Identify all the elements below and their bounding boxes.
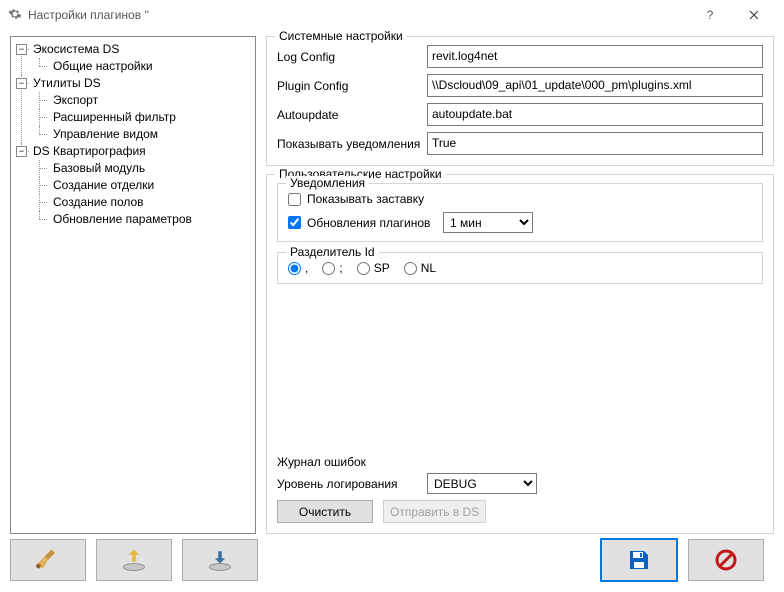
autoupdate-label: Autoupdate bbox=[277, 108, 427, 122]
sep-sp-radio[interactable] bbox=[357, 262, 370, 275]
plugin-config-label: Plugin Config bbox=[277, 79, 427, 93]
splash-checkbox[interactable] bbox=[288, 193, 301, 206]
updates-label: Обновления плагинов bbox=[307, 216, 437, 230]
tree-node-ecosystem[interactable]: Экосистема DS bbox=[31, 42, 121, 56]
tree-node-general-settings[interactable]: Общие настройки bbox=[51, 59, 155, 73]
tree-node-floors[interactable]: Создание полов bbox=[51, 195, 146, 209]
sep-sp-label: SP bbox=[374, 261, 390, 275]
updates-interval-select[interactable]: 1 мин bbox=[443, 212, 533, 233]
app-icon bbox=[8, 7, 22, 24]
show-notifications-value[interactable]: True bbox=[427, 132, 763, 155]
tree-node-params-update[interactable]: Обновление параметров bbox=[51, 212, 194, 226]
splash-label: Показывать заставку bbox=[307, 192, 424, 206]
tree-toggle[interactable]: − bbox=[16, 78, 27, 89]
sep-semicolon-label: ; bbox=[339, 261, 342, 275]
notifications-group: Уведомления Показывать заставку Обновлен… bbox=[277, 183, 763, 242]
tree-node-utilities[interactable]: Утилиты DS bbox=[31, 76, 103, 90]
sep-comma-label: , bbox=[305, 261, 308, 275]
sep-comma-radio[interactable] bbox=[288, 262, 301, 275]
save-button[interactable] bbox=[600, 538, 678, 582]
sep-nl-label: NL bbox=[421, 261, 436, 275]
user-settings-group: Пользовательские настройки Уведомления П… bbox=[266, 174, 774, 534]
tree-node-base-module[interactable]: Базовый модуль bbox=[51, 161, 147, 175]
plugin-config-value[interactable]: \\Dscloud\09_api\01_update\000_pm\plugin… bbox=[427, 74, 763, 97]
window-title: Настройки плагинов '' bbox=[28, 8, 688, 22]
close-button[interactable] bbox=[732, 0, 776, 30]
tree-panel[interactable]: − Экосистема DS Общие настройки − Утилит… bbox=[10, 36, 256, 534]
clear-button[interactable]: Очистить bbox=[277, 500, 373, 523]
log-level-select[interactable]: DEBUG bbox=[427, 473, 537, 494]
log-config-label: Log Config bbox=[277, 50, 427, 64]
help-button[interactable]: ? bbox=[688, 0, 732, 30]
sep-nl-radio[interactable] bbox=[404, 262, 417, 275]
tree-toggle[interactable]: − bbox=[16, 44, 27, 55]
errors-title: Журнал ошибок bbox=[277, 455, 763, 469]
log-level-label: Уровень логирования bbox=[277, 477, 427, 491]
tree-node-finishing[interactable]: Создание отделки bbox=[51, 178, 156, 192]
tree-node-view-control[interactable]: Управление видом bbox=[51, 127, 160, 141]
updates-checkbox[interactable] bbox=[288, 216, 301, 229]
show-notifications-label: Показывать уведомления bbox=[277, 137, 427, 151]
send-button[interactable]: Отправить в DS bbox=[383, 500, 486, 523]
separator-group: Разделитель Id , ; SP NL bbox=[277, 252, 763, 284]
titlebar: Настройки плагинов '' ? bbox=[0, 0, 784, 30]
separator-legend: Разделитель Id bbox=[286, 245, 379, 259]
tree-toggle[interactable]: − bbox=[16, 146, 27, 157]
notifications-legend: Уведомления bbox=[286, 176, 369, 190]
tree-node-filter[interactable]: Расширенный фильтр bbox=[51, 110, 178, 124]
cancel-button[interactable] bbox=[688, 539, 764, 581]
import-button[interactable] bbox=[96, 539, 172, 581]
export-button[interactable] bbox=[182, 539, 258, 581]
clean-button[interactable] bbox=[10, 539, 86, 581]
window: Настройки плагинов '' ? − Экосистема DS … bbox=[0, 0, 784, 592]
autoupdate-value[interactable]: autoupdate.bat bbox=[427, 103, 763, 126]
tree-node-export[interactable]: Экспорт bbox=[51, 93, 100, 107]
log-config-value[interactable]: revit.log4net bbox=[427, 45, 763, 68]
system-settings-group: Системные настройки Log Config revit.log… bbox=[266, 36, 774, 166]
sep-semicolon-radio[interactable] bbox=[322, 262, 335, 275]
tree-node-apartments[interactable]: DS Квартирография bbox=[31, 144, 148, 158]
system-settings-legend: Системные настройки bbox=[275, 29, 407, 43]
